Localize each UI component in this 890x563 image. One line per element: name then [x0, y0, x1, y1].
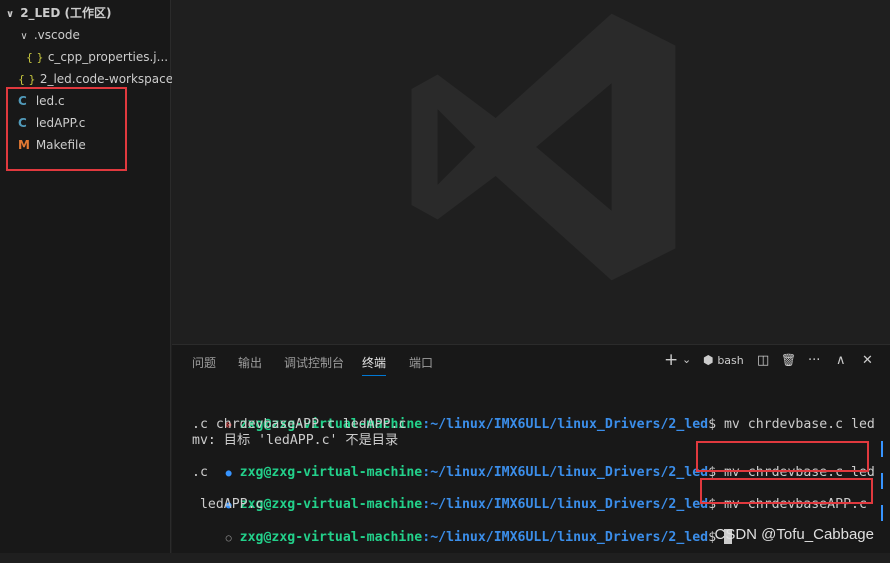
prompt-user: zxg@zxg-virtual-machine: [239, 465, 423, 480]
terminal-line: mv: 目标 'ledAPP.c' 不是目录: [178, 433, 398, 449]
chevron-down-icon: ∨: [5, 9, 15, 20]
scrollbar-marker: [881, 441, 883, 457]
file-label: led.c: [35, 94, 65, 108]
makefile-icon: M: [18, 138, 30, 152]
terminal-icon: ⬢: [703, 353, 714, 367]
terminal-profile[interactable]: ⬢ bash: [703, 353, 744, 367]
tab-debug-console[interactable]: 调试控制台: [284, 354, 344, 371]
trash-icon[interactable]: 🗑: [781, 353, 796, 367]
prompt-path: :~/linux/IMX6ULL/linux_Drivers/2_led: [422, 497, 709, 512]
active-tab-indicator: [362, 375, 386, 376]
more-actions-icon[interactable]: ···: [808, 353, 820, 368]
bottom-panel: 问题 输出 调试控制台 终端 端口 + ⌄ ⬢ bash ◫ 🗑 ··· ∧ ✕…: [172, 344, 890, 553]
file-makefile[interactable]: M Makefile: [18, 134, 189, 156]
chevron-down-icon: ∨: [20, 31, 28, 42]
workspace-root[interactable]: ∨ 2_LED (工作区): [4, 2, 175, 24]
command-wrap: ledAPP.c: [192, 497, 264, 512]
command-wrap: .c chrdevbaseAPP.c ledAPP.c: [192, 417, 407, 432]
success-status-icon: ●: [225, 468, 232, 479]
close-panel-icon[interactable]: ✕: [862, 353, 873, 368]
workspace-title: 2_LED (工作区): [20, 6, 112, 20]
terminal-line: ledAPP.c: [178, 497, 264, 513]
prompt-user: zxg@zxg-virtual-machine: [239, 497, 423, 512]
prompt-path: :~/linux/IMX6ULL/linux_Drivers/2_led: [422, 417, 709, 432]
json-braces-icon: { }: [18, 73, 36, 86]
tab-output[interactable]: 输出: [238, 354, 262, 371]
tab-terminal[interactable]: 终端: [362, 354, 386, 371]
folder-label: .vscode: [33, 28, 80, 42]
command-wrap: .c: [192, 465, 208, 480]
tab-ports[interactable]: 端口: [409, 354, 433, 371]
explorer-sidebar: ∨ 2_LED (工作区) ∨ .vscode { } c_cpp_proper…: [0, 0, 173, 553]
file-label: 2_led.code-workspace: [39, 72, 174, 86]
command-text: $ mv chrdevbase.c led: [708, 417, 875, 432]
prompt-path: :~/linux/IMX6ULL/linux_Drivers/2_led: [422, 530, 709, 545]
idle-status-icon: ○: [225, 533, 232, 544]
shell-label: bash: [717, 354, 744, 367]
output-text: mv: 目标 'ledAPP.c' 不是目录: [192, 433, 399, 448]
chevron-down-icon[interactable]: ⌄: [682, 353, 691, 366]
file-led-c[interactable]: C led.c: [18, 90, 189, 112]
tab-problems[interactable]: 问题: [192, 354, 216, 371]
c-file-icon: C: [18, 116, 27, 130]
maximize-panel-icon[interactable]: ∧: [836, 353, 846, 368]
editor-area: [172, 0, 890, 344]
c-file-icon: C: [18, 94, 27, 108]
terminal-line: .c: [178, 465, 208, 481]
json-braces-icon: { }: [26, 51, 44, 64]
scrollbar-marker: [881, 473, 883, 489]
new-terminal-button[interactable]: +: [664, 350, 678, 370]
file-ledapp-c[interactable]: C ledAPP.c: [18, 112, 189, 134]
prompt-user: zxg@zxg-virtual-machine: [239, 530, 423, 545]
terminal-line: .c chrdevbaseAPP.c ledAPP.c: [178, 417, 406, 433]
file-label: Makefile: [35, 138, 86, 152]
scrollbar-marker: [881, 505, 883, 521]
vscode-logo-icon: [411, 13, 676, 281]
split-terminal-icon[interactable]: ◫: [757, 353, 769, 368]
command-text: $ mv chrdevbaseAPP.c: [708, 497, 867, 512]
prompt-path: :~/linux/IMX6ULL/linux_Drivers/2_led: [422, 465, 709, 480]
file-code-workspace[interactable]: { } 2_led.code-workspace: [18, 68, 189, 90]
command-text: $ mv chrdevbase.c led: [708, 465, 875, 480]
file-label: c_cpp_properties.j...: [47, 50, 169, 64]
file-label: ledAPP.c: [35, 116, 86, 130]
terminal-line: ○ zxg@zxg-virtual-machine:~/linux/IMX6ULL…: [178, 513, 732, 563]
watermark-text: CSDN @Tofu_Cabbage: [714, 526, 874, 543]
folder-vscode[interactable]: ∨ .vscode: [18, 24, 189, 46]
